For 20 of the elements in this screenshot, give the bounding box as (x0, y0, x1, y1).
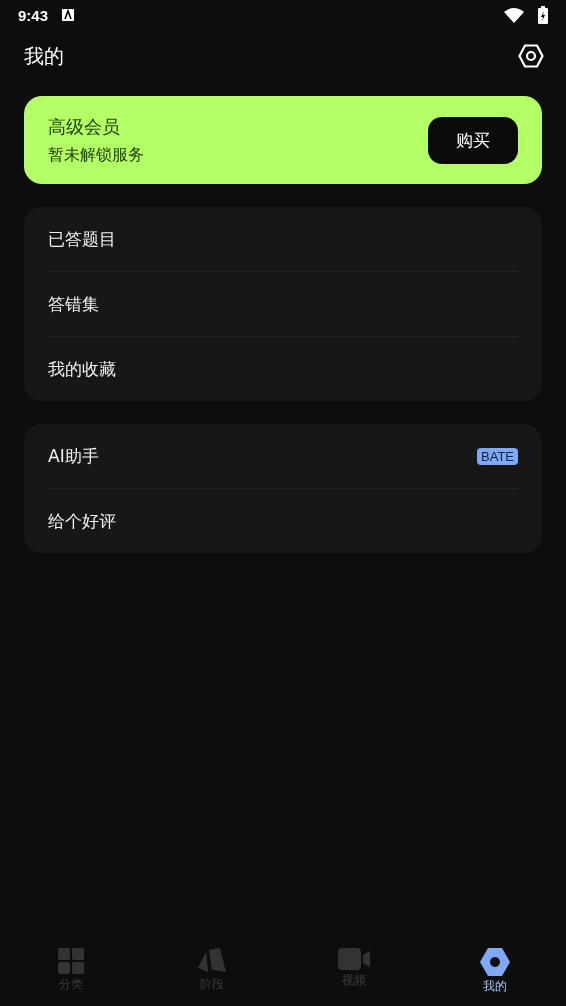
menu-item[interactable]: 答错集 (48, 292, 99, 316)
battery-icon (538, 6, 548, 24)
menu-item[interactable]: 已答题目 (48, 227, 116, 251)
nut-icon (480, 948, 511, 976)
menu-item[interactable]: 给个好评 (48, 509, 116, 533)
premium-title: 高级会员 (48, 114, 121, 139)
premium-subtitle: 暂未解锁服务 (48, 144, 144, 166)
wifi-icon (504, 7, 524, 23)
menu-item[interactable]: 我的收藏 (48, 357, 116, 381)
menu-item[interactable]: AI助手 (48, 444, 99, 468)
status-time: 9:43 (18, 6, 49, 24)
settings-icon[interactable] (518, 44, 544, 68)
notification-icon (62, 9, 75, 21)
nav-tab[interactable]: 我的 (424, 944, 566, 1006)
page-title: 我的 (24, 42, 64, 70)
grid-icon (57, 948, 84, 974)
video-camera-icon (337, 948, 370, 970)
beta-badge: BATE (477, 447, 518, 465)
buy-button[interactable]: 购买 (428, 116, 518, 164)
stage-icon (198, 948, 227, 974)
